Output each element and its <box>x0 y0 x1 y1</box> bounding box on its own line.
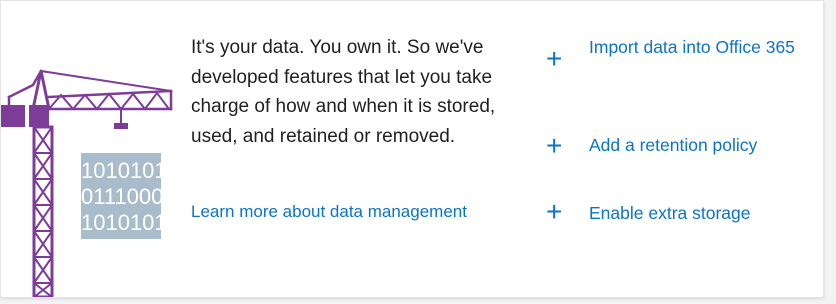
crane-illustration: 1010101 0111000 1010101 <box>1 61 181 297</box>
import-data-action[interactable]: + Import data into Office 365 <box>546 33 811 93</box>
add-retention-policy-action[interactable]: + Add a retention policy <box>546 131 811 161</box>
action-list: + Import data into Office 365 + Add a re… <box>546 1 816 297</box>
learn-more-link[interactable]: Learn more about data management <box>191 202 467 222</box>
binary-line-1: 1010101 <box>81 158 167 183</box>
plus-icon: + <box>546 196 563 227</box>
plus-icon: + <box>546 130 563 161</box>
data-management-card: 1010101 0111000 1010101 It's your data. … <box>0 0 824 298</box>
card-description: It's your data. You own it. So we've dev… <box>191 37 496 147</box>
enable-extra-storage-action[interactable]: + Enable extra storage <box>546 196 811 229</box>
plus-icon: + <box>546 43 563 74</box>
binary-line-3: 1010101 <box>81 210 167 235</box>
binary-data-block: 1010101 0111000 1010101 <box>81 153 167 239</box>
import-data-label: Import data into Office 365 <box>589 37 795 57</box>
binary-line-2: 0111000 <box>81 184 163 209</box>
crane-binary-data-icon: 1010101 0111000 1010101 <box>1 69 173 297</box>
add-retention-policy-label: Add a retention policy <box>589 135 758 155</box>
enable-extra-storage-label: Enable extra storage <box>589 203 751 223</box>
